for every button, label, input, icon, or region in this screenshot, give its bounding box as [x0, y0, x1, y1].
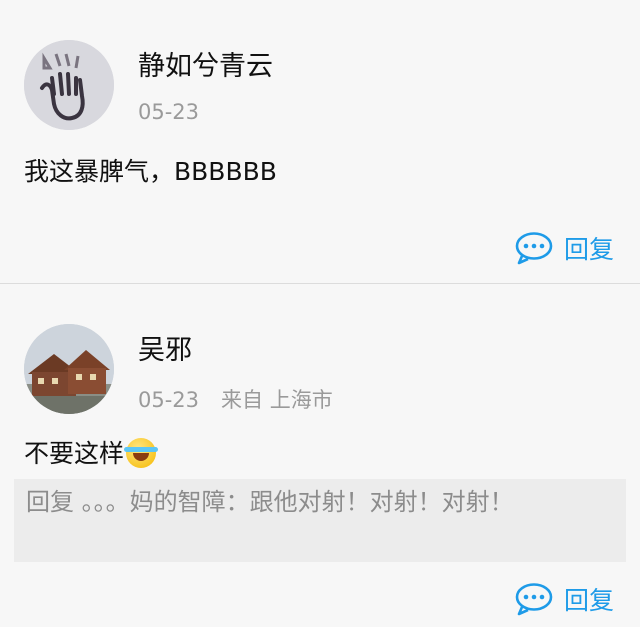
reply-label: 回复 [563, 586, 614, 615]
avatar[interactable] [24, 40, 114, 130]
username[interactable]: 吴邪 [138, 328, 192, 367]
comment-meta: 05-23 [138, 100, 221, 124]
username[interactable]: 静如兮青云 [138, 44, 273, 83]
handprint-avatar-image [24, 40, 114, 130]
quoted-reply[interactable]: 回复 。。。妈的智障：跟他对射！对射！对射！ [14, 479, 626, 562]
reply-label: 回复 [563, 235, 614, 264]
reply-bubble-icon [515, 583, 553, 616]
comment-text: 我这暴脾气，BBBBBB [24, 157, 277, 186]
comment-item: 静如兮青云 05-23 我这暴脾气，BBBBBB 回复 [0, 0, 640, 283]
comment-item: 吴邪 05-23 来自 上海市 不要这样 回复 。。。妈的智障：跟他对射！对射！对… [0, 284, 640, 627]
laughing-crying-emoji-icon [124, 438, 159, 468]
comment-date: 05-23 [138, 388, 200, 412]
comment-meta: 05-23 来自 上海市 [138, 384, 355, 414]
comment-text: 不要这样 [24, 434, 159, 470]
reply-button[interactable]: 回复 [514, 581, 614, 617]
house-photo-avatar-image [24, 324, 114, 414]
comment-date: 05-23 [138, 100, 200, 124]
avatar[interactable] [24, 324, 114, 414]
reply-bubble-icon [515, 232, 553, 265]
comment-source: 来自 上海市 [221, 388, 333, 412]
reply-button[interactable]: 回复 [514, 230, 614, 266]
comment-text-content: 不要这样 [24, 439, 125, 468]
